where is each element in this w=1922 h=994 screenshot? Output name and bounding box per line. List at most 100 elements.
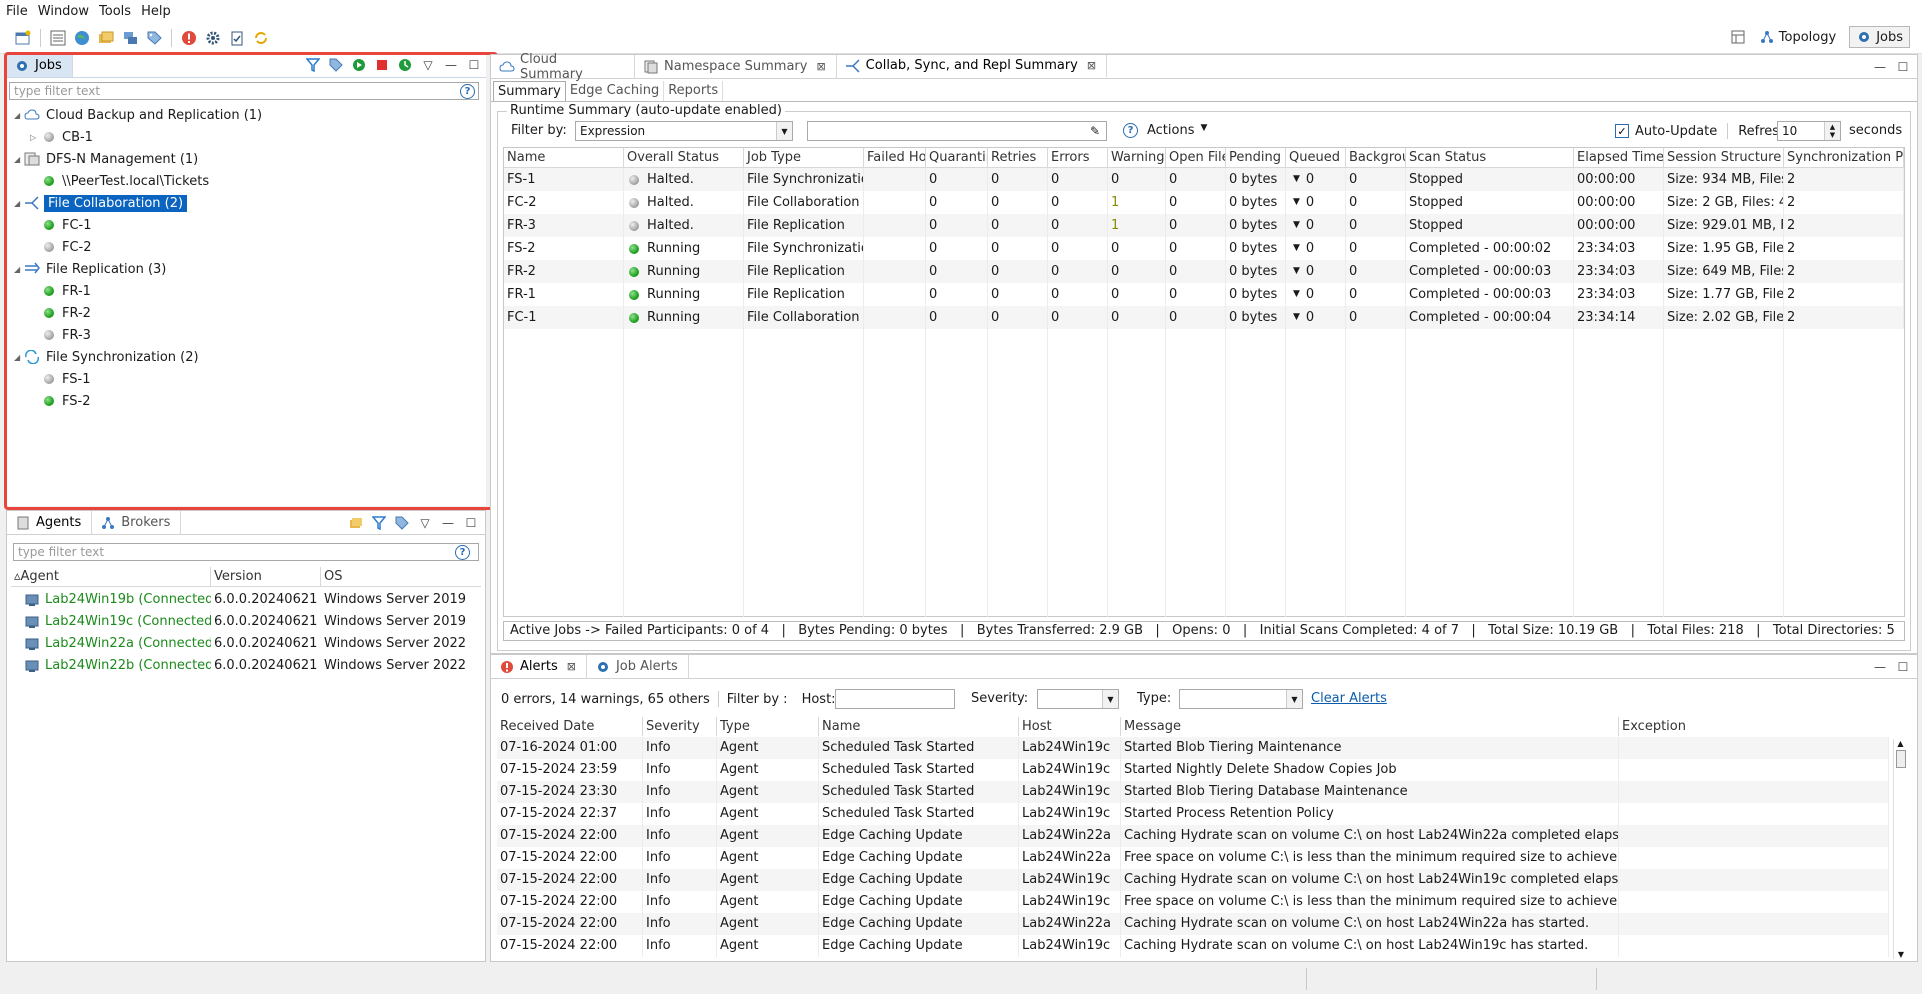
- filter-icon[interactable]: [371, 515, 387, 531]
- clear-filter-icon[interactable]: ✎: [1087, 123, 1103, 139]
- minimize-icon[interactable]: —: [443, 57, 459, 73]
- tree-node-dfsn[interactable]: ◢ DFS-N Management (1): [14, 149, 198, 169]
- caret-down-icon[interactable]: ▼: [1293, 191, 1300, 214]
- tab-alerts[interactable]: Alerts ⊠: [491, 655, 587, 678]
- col-header[interactable]: Name: [504, 148, 624, 167]
- col-header[interactable]: Severity: [643, 717, 717, 736]
- table-row[interactable]: FS-2 Running File Synchronizatio 0 0 0 0 0 0 byt…: [504, 237, 1904, 260]
- table-row[interactable]: 07-15-2024 23:30 Info Agent Scheduled Task …: [497, 781, 1889, 803]
- col-agent[interactable]: ▵Agent: [11, 567, 211, 586]
- severity-select[interactable]: ▼: [1037, 689, 1119, 709]
- subtab-edge-caching[interactable]: Edge Caching: [566, 81, 665, 101]
- tree-node-fr-1[interactable]: FR-1: [44, 281, 91, 301]
- col-header[interactable]: Retries: [988, 148, 1048, 167]
- col-header[interactable]: Quarantir: [926, 148, 988, 167]
- minimize-icon[interactable]: —: [1872, 59, 1888, 75]
- tree-node-fc-1[interactable]: FC-1: [44, 215, 92, 235]
- col-header[interactable]: Received Date: [497, 717, 643, 736]
- col-header[interactable]: Name: [819, 717, 1019, 736]
- table-row[interactable]: 07-15-2024 22:00 Info Agent Edge Caching Up…: [497, 847, 1889, 869]
- gear-icon[interactable]: [204, 29, 222, 47]
- folders-icon[interactable]: [97, 29, 115, 47]
- col-version[interactable]: Version: [211, 567, 321, 586]
- table-row[interactable]: Lab24Win19b (Connected) 6.0.0.20240621 Win…: [11, 589, 481, 611]
- tree-node-file-replication[interactable]: ◢ File Replication (3): [14, 259, 166, 279]
- menu-tools[interactable]: Tools: [99, 4, 139, 19]
- col-header[interactable]: Type: [717, 717, 819, 736]
- expand-icon[interactable]: ◢: [14, 353, 24, 362]
- caret-down-icon[interactable]: ▼: [1293, 237, 1300, 260]
- table-row[interactable]: FR-3 Halted. File Replication 0 0 0 1 0 0 bytes ▼…: [504, 214, 1904, 237]
- menu-file[interactable]: File: [6, 4, 36, 19]
- tab-brokers[interactable]: Brokers: [92, 511, 182, 534]
- table-row[interactable]: 07-15-2024 22:00 Info Agent Edge Caching Up…: [497, 935, 1889, 957]
- new-window-icon[interactable]: [14, 29, 32, 47]
- refresh-interval-spinner[interactable]: 10 ▲ ▼: [1777, 121, 1841, 141]
- col-header[interactable]: Exception: [1619, 717, 1889, 736]
- caret-down-icon[interactable]: ▼: [1293, 306, 1300, 329]
- table-row[interactable]: FR-2 Running File Replication 0 0 0 0 0 0 bytes ▼…: [504, 260, 1904, 283]
- menu-help[interactable]: Help: [141, 4, 179, 19]
- table-row[interactable]: FC-2 Halted. File Collaboration 0 0 0 1 0 0 byte…: [504, 191, 1904, 214]
- subtab-reports[interactable]: Reports: [664, 81, 724, 101]
- caret-down-icon[interactable]: ▼: [1293, 168, 1300, 191]
- filter-icon[interactable]: [305, 57, 321, 73]
- tag-icon[interactable]: [328, 57, 344, 73]
- expand-icon[interactable]: ◢: [14, 199, 24, 208]
- table-row[interactable]: FC-1 Running File Collaboration 0 0 0 0 0 0 byte…: [504, 306, 1904, 329]
- table-row[interactable]: 07-15-2024 22:00 Info Agent Edge Caching Up…: [497, 825, 1889, 847]
- col-header[interactable]: Host: [1019, 717, 1121, 736]
- col-header[interactable]: Job Type: [744, 148, 864, 167]
- view-menu-icon[interactable]: ▽: [420, 57, 436, 73]
- auto-update-checkbox[interactable]: ✓: [1615, 124, 1629, 138]
- table-row[interactable]: FS-1 Halted. File Synchronizatio 0 0 0 0 0 0 byt…: [504, 168, 1904, 191]
- col-header[interactable]: Overall Status: [624, 148, 744, 167]
- view-menu-icon[interactable]: ▽: [417, 515, 433, 531]
- filter-by-select[interactable]: Expression ▼: [575, 121, 793, 141]
- alerts-scrollbar[interactable]: ▲ ▼: [1893, 739, 1907, 959]
- collapsed-icon[interactable]: ▷: [30, 133, 40, 142]
- menu-window[interactable]: Window: [38, 4, 97, 19]
- tab-namespace-summary[interactable]: Namespace Summary ⊠: [635, 55, 837, 78]
- maximize-icon[interactable]: ☐: [1895, 59, 1911, 75]
- help-icon[interactable]: ?: [1123, 123, 1138, 138]
- scroll-thumb[interactable]: [1895, 750, 1906, 768]
- table-row[interactable]: 07-15-2024 22:00 Info Agent Edge Caching Up…: [497, 891, 1889, 913]
- col-header[interactable]: Errors: [1048, 148, 1108, 167]
- maximize-icon[interactable]: ☐: [466, 57, 482, 73]
- tab-collab-sync-repl-summary[interactable]: Collab, Sync, and Repl Summary ⊠: [836, 55, 1108, 78]
- tag-icon[interactable]: [394, 515, 410, 531]
- table-row[interactable]: FR-1 Running File Replication 0 0 0 0 0 0 bytes ▼…: [504, 283, 1904, 306]
- scroll-down-icon[interactable]: ▼: [1894, 950, 1908, 959]
- caret-down-icon[interactable]: ▼: [1293, 260, 1300, 283]
- col-header[interactable]: Warnings: [1108, 148, 1166, 167]
- table-row[interactable]: 07-15-2024 23:59 Info Agent Scheduled Task …: [497, 759, 1889, 781]
- col-header[interactable]: Session Structure: [1664, 148, 1784, 167]
- tree-node-fs-2[interactable]: FS-2: [44, 391, 90, 411]
- agents-filter-input[interactable]: type filter text: [13, 543, 479, 561]
- close-icon[interactable]: ⊠: [816, 60, 825, 73]
- tree-node-file-collaboration[interactable]: ◢ File Collaboration (2): [14, 193, 188, 213]
- minimize-icon[interactable]: —: [440, 515, 456, 531]
- tab-agents[interactable]: Agents: [7, 511, 93, 534]
- open-perspective-icon[interactable]: [1730, 29, 1746, 45]
- col-header[interactable]: Message: [1121, 717, 1619, 736]
- expand-icon[interactable]: ◢: [14, 265, 24, 274]
- clear-alerts-link[interactable]: Clear Alerts: [1311, 691, 1387, 706]
- stop-job-icon[interactable]: [374, 57, 390, 73]
- tree-node-fr-2[interactable]: FR-2: [44, 303, 91, 323]
- table-row[interactable]: 07-16-2024 01:00 Info Agent Scheduled Task …: [497, 737, 1889, 759]
- minimize-icon[interactable]: —: [1872, 659, 1888, 675]
- col-header[interactable]: Failed Ho: [864, 148, 926, 167]
- caret-down-icon[interactable]: ▼: [1293, 214, 1300, 237]
- tag-icon[interactable]: [145, 29, 163, 47]
- help-icon[interactable]: ?: [455, 545, 470, 560]
- tree-node-file-synchronization[interactable]: ◢ File Synchronization (2): [14, 347, 199, 367]
- perspective-topology[interactable]: Topology: [1752, 26, 1843, 48]
- perspective-jobs[interactable]: Jobs: [1849, 26, 1910, 48]
- tree-node-fr-3[interactable]: FR-3: [44, 325, 91, 345]
- close-icon[interactable]: ⊠: [1087, 59, 1096, 72]
- tab-job-alerts[interactable]: Job Alerts: [587, 655, 689, 678]
- agents-view-icon[interactable]: [49, 29, 67, 47]
- tree-node-peertest-tickets[interactable]: \\PeerTest.local\Tickets: [44, 171, 209, 191]
